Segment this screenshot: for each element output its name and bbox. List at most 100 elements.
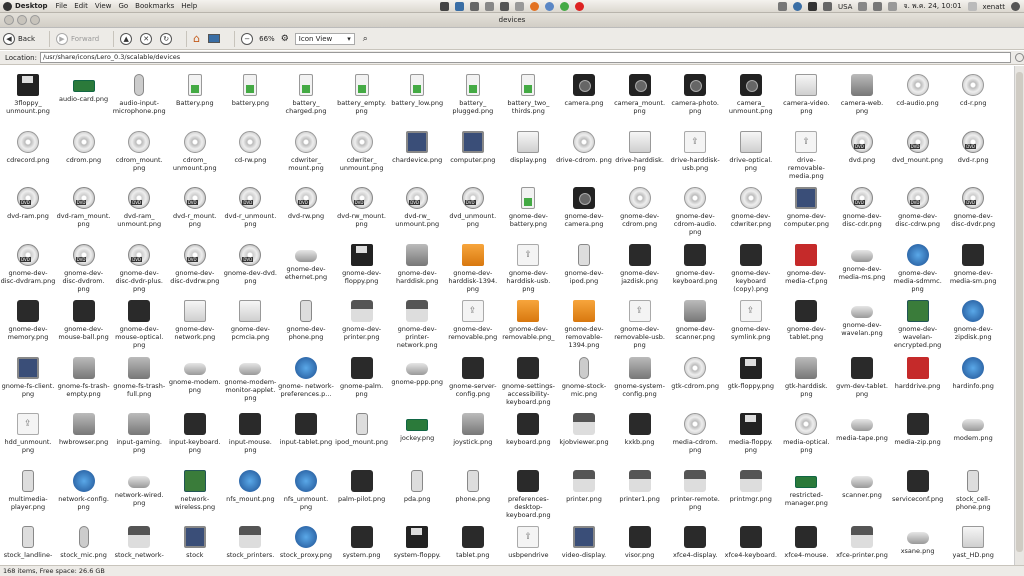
active-app-name[interactable]: Desktop (15, 2, 48, 10)
icon-view[interactable]: 3floppy_ unmount.png audio-card.png audio-… (0, 66, 1014, 565)
zoom-out-icon[interactable]: − (241, 32, 254, 45)
file-item[interactable]: media-floppy. png (723, 413, 779, 469)
file-item[interactable]: input-tablet.png (278, 413, 334, 469)
file-item[interactable]: cd-audio.png (890, 74, 946, 130)
file-item[interactable]: audio-input- microphone.png (111, 74, 167, 130)
file-item[interactable]: drive-harddisk. png (612, 130, 668, 187)
files-icon[interactable] (455, 2, 464, 11)
file-item[interactable]: gnome-dev- memory.png (0, 300, 56, 356)
file-item[interactable]: gnome-dev- removable.png (445, 300, 501, 356)
app-icon[interactable] (515, 2, 524, 11)
file-item[interactable]: camera_ unmount.png (723, 74, 779, 130)
file-item[interactable]: stock_cell- phone.png (945, 469, 1001, 526)
file-item[interactable]: gnome-dev- disc-dvdrw.png (167, 243, 223, 300)
file-item[interactable]: input-keyboard. png (167, 413, 223, 469)
file-item[interactable]: gnome-fs-trash- full.png (111, 356, 167, 413)
file-item[interactable]: gnome-dev- mouse-optical. png (111, 300, 167, 356)
file-item[interactable]: hdd_unmount. png (0, 413, 56, 469)
file-item[interactable]: 3floppy_ unmount.png (0, 74, 56, 130)
file-item[interactable]: battery_empty. png (334, 74, 390, 130)
file-item[interactable]: media-tape.png (834, 413, 890, 469)
search-icon[interactable]: ⌕ (363, 34, 368, 44)
file-item[interactable]: battery_ plugged.png (445, 74, 501, 130)
file-item[interactable]: gnome-dev- media-ms.png (834, 244, 890, 300)
file-item[interactable]: gnome-system- config.png (612, 356, 668, 413)
file-item[interactable]: ipod_mount.png (334, 413, 390, 469)
file-item[interactable]: input-gaming. png (111, 413, 167, 469)
file-item[interactable]: dvd-rw.png (278, 187, 334, 243)
file-item[interactable]: gnome-dev- wavelan- encrypted.png (890, 300, 946, 356)
file-item[interactable]: dvd-r_mount. png (167, 187, 223, 243)
file-item[interactable]: nfs_mount.png (222, 469, 278, 526)
window-titlebar[interactable]: devices (0, 13, 1024, 28)
file-item[interactable]: display.png (500, 130, 556, 187)
file-item[interactable]: gnome-dev- disc-cdr.png (834, 187, 890, 243)
file-item[interactable]: jockey.png (389, 413, 445, 469)
menu-view[interactable]: View (95, 2, 112, 10)
file-item[interactable]: gnome-dev- phone.png (278, 300, 334, 356)
clock[interactable]: จ. พ.ค. 24, 10:01 (903, 1, 961, 12)
network-icon[interactable] (792, 2, 802, 11)
file-item[interactable]: battery_low.png (389, 74, 445, 130)
file-item[interactable]: serviceconf.png (890, 469, 946, 526)
menu-edit[interactable]: Edit (74, 2, 88, 10)
file-item[interactable]: gnome-dev- scanner.png (667, 300, 723, 356)
file-item[interactable]: gnome-dev- keyboard.png (667, 243, 723, 300)
file-item[interactable]: printer-remote. png (667, 469, 723, 526)
settings-icon[interactable] (470, 2, 479, 11)
sound-icon[interactable] (888, 2, 898, 11)
file-item[interactable]: gnome-dev- floppy.png (334, 243, 390, 300)
file-item[interactable]: gnome-palm. png (334, 356, 390, 413)
browser-icon[interactable] (545, 2, 554, 11)
clear-icon[interactable] (1015, 53, 1024, 62)
file-item[interactable]: gvm-dev-tablet. png (834, 356, 890, 413)
file-item[interactable]: computer.png (445, 130, 501, 187)
file-item[interactable]: gnome-dev- symlink.png (723, 300, 779, 356)
file-item[interactable]: gnome-dev- removable.png_ (500, 300, 556, 356)
file-item[interactable]: cdrom.png (56, 130, 112, 187)
computer-icon[interactable] (208, 34, 221, 43)
file-item[interactable]: input-mouse. png (222, 413, 278, 469)
ubuntu-logo-icon[interactable] (3, 1, 12, 11)
file-item[interactable]: dvd-ram.png (0, 187, 56, 243)
file-item[interactable]: printer1.png (612, 469, 668, 526)
file-item[interactable]: gnome-dev- jazdisk.png (612, 243, 668, 300)
file-item[interactable]: gnome-ppp.png (389, 357, 445, 413)
file-item[interactable]: gtk-harddisk. png (778, 356, 834, 413)
app-icon[interactable] (807, 2, 817, 11)
home-icon[interactable]: ⌂ (193, 32, 200, 45)
file-item[interactable]: cd-r.png (945, 74, 1001, 130)
file-item[interactable]: system-floppy. (389, 526, 445, 565)
zoom-in-icon[interactable]: ⚙ (281, 34, 289, 44)
file-item[interactable]: gnome-dev- mouse-ball.png (56, 300, 112, 356)
vertical-scrollbar[interactable] (1014, 66, 1024, 565)
file-item[interactable]: cdwriter_ mount.png (278, 130, 334, 187)
file-item[interactable]: gnome-dev- media-sdmmc. png (890, 243, 946, 300)
file-item[interactable]: stock_network- (111, 526, 167, 565)
file-item[interactable]: restricted- manager.png (778, 470, 834, 526)
file-item[interactable]: gnome-dev- disc-cdrw.png (890, 187, 946, 243)
file-item[interactable]: phone.png (445, 469, 501, 526)
file-item[interactable]: pda.png (389, 469, 445, 526)
file-item[interactable]: gnome- network- preferences.p... (278, 356, 334, 413)
back-button[interactable]: ◀ Back (3, 32, 35, 45)
file-item[interactable]: gnome-settings- accessibility- keyboard.… (500, 356, 556, 413)
file-item[interactable]: media-optical. png (778, 413, 834, 469)
minimize-icon[interactable] (17, 15, 27, 25)
file-item[interactable]: multimedia- player.png (0, 469, 56, 526)
file-item[interactable]: gnome-dev- printer.png (334, 300, 390, 356)
firefox-icon[interactable] (530, 2, 539, 11)
user-name[interactable]: xenatt (983, 3, 1005, 11)
file-item[interactable]: gnome-dev- harddisk-1394. png (445, 243, 501, 300)
menu-bookmarks[interactable]: Bookmarks (135, 2, 174, 10)
file-item[interactable]: visor.png (612, 526, 668, 565)
file-item[interactable]: gnome-dev- media-sm.png (945, 243, 1001, 300)
file-item[interactable]: system.png (334, 526, 390, 565)
file-item[interactable]: scanner.png (834, 470, 890, 526)
file-item[interactable]: gnome-fs-trash- empty.png (56, 356, 112, 413)
battery-icon[interactable] (873, 2, 883, 11)
file-item[interactable]: kjobviewer.png (556, 413, 612, 469)
file-item[interactable]: kxkb.png (612, 413, 668, 469)
file-item[interactable]: gnome-dev- cdwriter.png (723, 187, 779, 243)
file-item[interactable]: gnome-dev- ethernet.png (278, 244, 334, 300)
